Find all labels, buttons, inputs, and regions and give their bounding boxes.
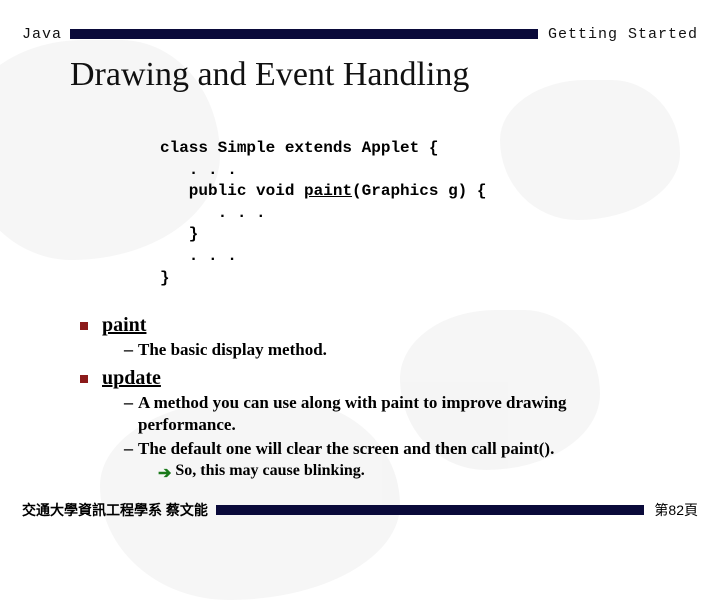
header: Java Getting Started — [22, 28, 698, 40]
list-subitem: – The default one will clear the screen … — [124, 438, 660, 460]
code-line: . . . — [160, 247, 237, 265]
list-subitem-text: A method you can use along with paint to… — [138, 392, 660, 436]
footer-left-label: 交通大學資訊工程學系 蔡文能 — [22, 500, 216, 520]
code-line: class Simple extends Applet { — [160, 139, 438, 157]
arrow-right-icon: ➔ — [158, 463, 171, 483]
footer-divider — [216, 505, 645, 515]
list-subsubitem: ➔ So, this may cause blinking. — [158, 462, 660, 483]
list-subsubitem-text: So, this may cause blinking. — [175, 462, 364, 480]
header-divider — [70, 29, 538, 39]
dash-icon: – — [124, 392, 138, 413]
code-line: } — [160, 269, 170, 287]
code-line: public void — [160, 182, 304, 200]
footer: 交通大學資訊工程學系 蔡文能 第82頁 — [22, 504, 698, 516]
list-subitem: – A method you can use along with paint … — [124, 392, 660, 436]
list-item-label: paint — [102, 314, 146, 337]
list-subitem-text: The basic display method. — [138, 339, 327, 361]
dash-icon: – — [124, 438, 138, 459]
list-subitem-text: The default one will clear the screen an… — [138, 438, 554, 460]
header-right-label: Getting Started — [538, 26, 698, 43]
list-subitem: – The basic display method. — [124, 339, 660, 361]
code-line: . . . — [160, 204, 266, 222]
code-line: . . . — [160, 161, 237, 179]
list-item: update — [80, 367, 660, 390]
list-item-label: update — [102, 367, 161, 390]
header-left-label: Java — [22, 26, 70, 43]
dash-icon: – — [124, 339, 138, 360]
square-bullet-icon — [80, 322, 88, 330]
square-bullet-icon — [80, 375, 88, 383]
code-line: (Graphics g) { — [352, 182, 486, 200]
code-keyword-paint: paint — [304, 182, 352, 200]
bullet-list: paint – The basic display method. update… — [80, 314, 660, 483]
code-block: class Simple extends Applet { . . . publ… — [160, 138, 486, 289]
list-item: paint — [80, 314, 660, 337]
page-title: Drawing and Event Handling — [70, 56, 469, 94]
code-line: } — [160, 225, 198, 243]
footer-page-number: 第82頁 — [644, 500, 698, 520]
